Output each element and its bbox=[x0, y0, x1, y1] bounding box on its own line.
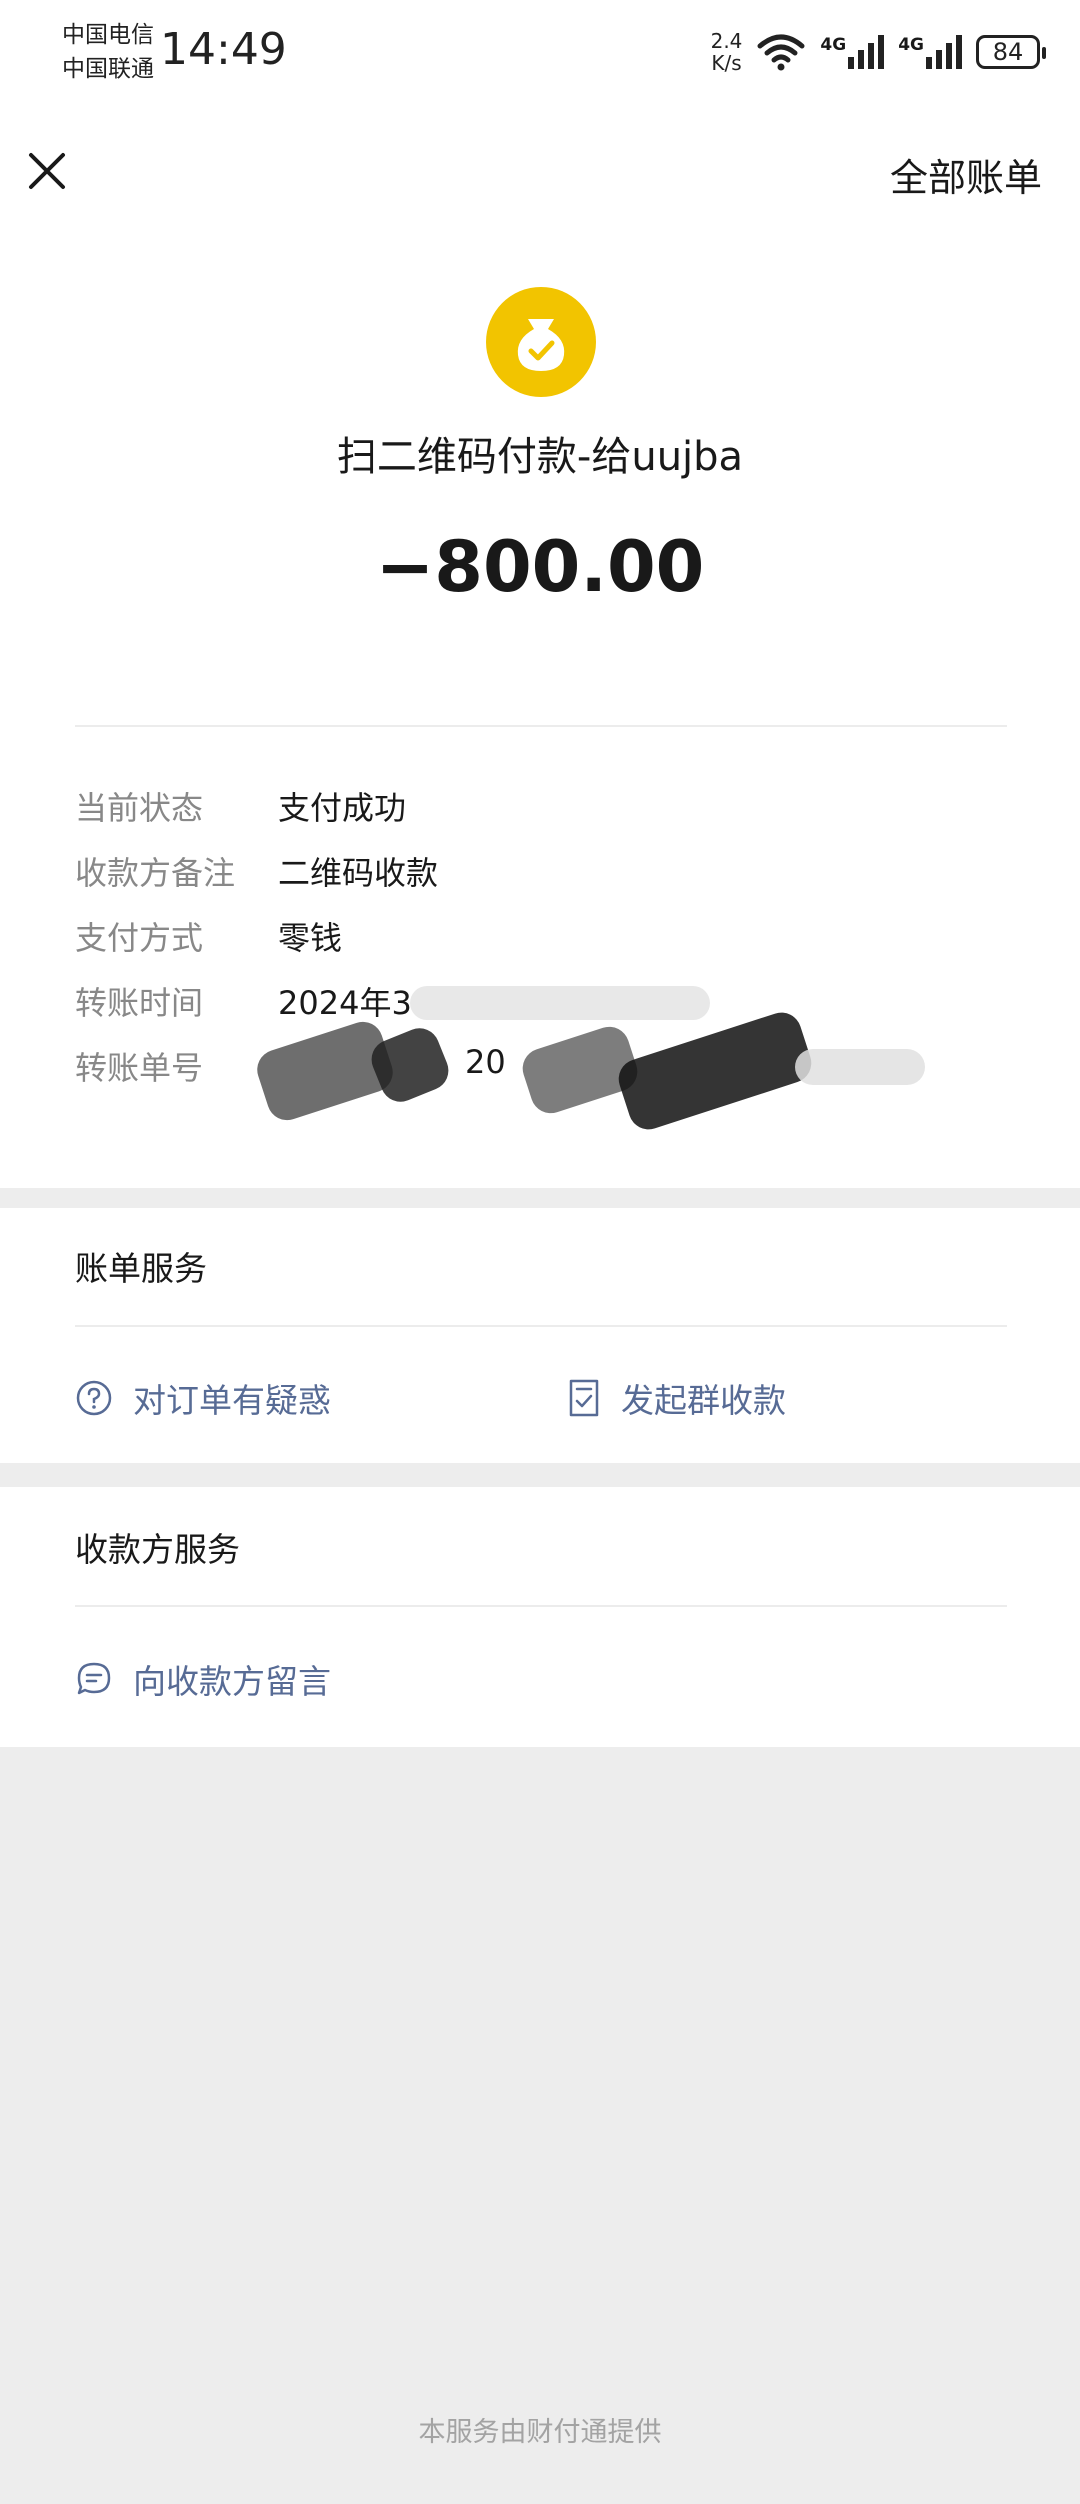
nav-bar: 全部账单 bbox=[0, 105, 1080, 230]
close-icon bbox=[29, 153, 65, 189]
carrier-2: 中国联通 bbox=[62, 56, 154, 82]
action-label: 向收款方留言 bbox=[133, 1662, 331, 1701]
question-circle-icon bbox=[76, 1380, 112, 1416]
signal-4g-2: 4G bbox=[898, 35, 962, 69]
action-label: 发起群收款 bbox=[621, 1381, 786, 1420]
detail-value: 零钱 bbox=[278, 919, 343, 957]
network-speed: 2.4 K/s bbox=[711, 30, 743, 74]
detail-label: 转账时间 bbox=[75, 984, 204, 1022]
question-order-button[interactable]: 对订单有疑惑 bbox=[75, 1374, 331, 1422]
redaction-mark bbox=[613, 1007, 817, 1135]
message-bubble-icon bbox=[77, 1662, 111, 1695]
network-speed-value: 2.4 bbox=[710, 29, 743, 53]
message-payee-button[interactable]: 向收款方留言 bbox=[75, 1655, 331, 1703]
network-speed-unit: K/s bbox=[711, 51, 742, 75]
all-bills-link[interactable]: 全部账单 bbox=[890, 147, 1042, 202]
detail-value: 二维码收款 bbox=[278, 854, 439, 892]
detail-label: 当前状态 bbox=[75, 789, 204, 827]
action-label: 对订单有疑惑 bbox=[133, 1381, 331, 1420]
payee-service-section: 收款方服务 向收款方留言 bbox=[0, 1487, 1080, 1747]
status-icons: 2.4 K/s 4G 4G 84 bbox=[711, 28, 1046, 76]
signal-4g-1-label: 4G bbox=[820, 35, 847, 55]
signal-bars-icon bbox=[926, 35, 962, 69]
detail-value: 20 bbox=[465, 1043, 506, 1081]
detail-label: 转账单号 bbox=[75, 1049, 204, 1087]
status-time: 14:49 bbox=[160, 24, 287, 75]
divider bbox=[75, 1605, 1007, 1607]
redaction-mark bbox=[795, 1049, 925, 1085]
divider bbox=[75, 725, 1007, 727]
redaction-mark bbox=[410, 986, 710, 1020]
transaction-card: 扫二维码付款-给uujba −800.00 当前状态 支付成功 收款方备注 二维… bbox=[0, 230, 1080, 1188]
detail-label: 收款方备注 bbox=[75, 854, 236, 892]
wifi-icon bbox=[757, 34, 805, 71]
detail-value: 支付成功 bbox=[278, 789, 407, 827]
close-button[interactable] bbox=[22, 146, 72, 196]
payment-amount: −800.00 bbox=[375, 526, 705, 608]
status-bar: 中国电信 中国联通 14:49 2.4 K/s 4G 4G 84 bbox=[0, 0, 1080, 105]
section-title-bill-service: 账单服务 bbox=[75, 1249, 207, 1288]
signal-4g-2-label: 4G bbox=[898, 35, 924, 55]
group-collection-button[interactable]: 发起群收款 bbox=[567, 1374, 786, 1422]
detail-label: 支付方式 bbox=[75, 919, 204, 957]
section-title-payee-service: 收款方服务 bbox=[75, 1530, 240, 1569]
bill-service-section: 账单服务 对订单有疑惑 发起群收款 bbox=[0, 1208, 1080, 1463]
signal-4g-1: 4G bbox=[820, 35, 885, 69]
carrier-1: 中国电信 bbox=[62, 22, 154, 48]
battery-indicator: 84 bbox=[976, 35, 1046, 69]
detail-value: 2024年3 bbox=[278, 984, 412, 1022]
receipt-check-icon bbox=[569, 1379, 599, 1417]
money-bag-check-icon bbox=[486, 287, 596, 397]
footer-provider-note: 本服务由财付通提供 bbox=[418, 2417, 662, 2448]
divider bbox=[75, 1325, 1007, 1327]
payment-title: 扫二维码付款-给uujba bbox=[336, 434, 744, 480]
signal-bars-icon bbox=[848, 35, 885, 69]
carrier-names: 中国电信 中国联通 bbox=[62, 18, 154, 86]
